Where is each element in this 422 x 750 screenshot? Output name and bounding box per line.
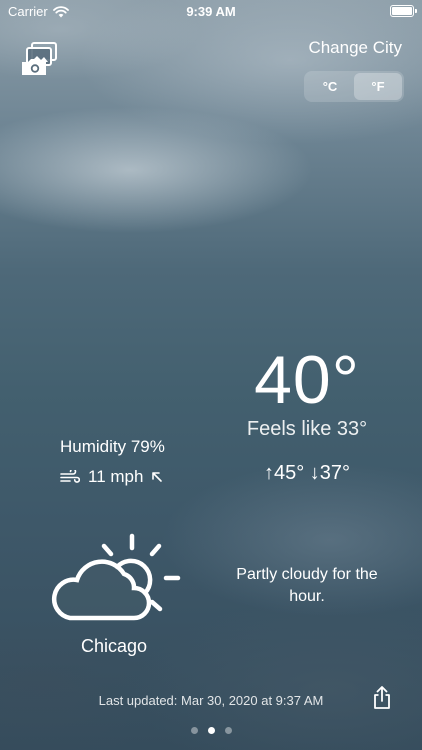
high-low-temperature: ↑45° ↓37° <box>263 462 351 484</box>
photo-library-icon <box>22 42 57 75</box>
battery-icon <box>390 5 417 17</box>
arrow-up-left-icon <box>152 472 163 482</box>
last-updated-label: Last updated: Mar 30, 2020 at 9:37 AM <box>98 693 324 708</box>
wind-speed: 11 mph <box>88 467 144 486</box>
weather-summary: Partly cloudy for the hour. <box>236 566 378 605</box>
wind-row: 11 mph <box>60 467 163 487</box>
share-icon <box>374 686 390 709</box>
city-name: Chicago <box>80 636 148 656</box>
humidity-label: Humidity 79% <box>60 437 165 456</box>
page-indicator[interactable] <box>0 727 422 734</box>
unit-fahrenheit-segment[interactable]: °F <box>354 73 402 100</box>
wind-icon <box>60 470 80 483</box>
page-dot[interactable] <box>224 727 232 734</box>
page-dot[interactable] <box>190 727 198 734</box>
partly-cloudy-icon <box>44 530 184 630</box>
feels-like: Feels like 33° <box>246 418 368 440</box>
share-button[interactable] <box>372 686 392 710</box>
unit-celsius-segment[interactable]: °C <box>306 73 354 100</box>
status-time: 9:39 AM <box>186 4 236 19</box>
photo-library-button[interactable] <box>18 40 58 78</box>
current-temperature: 40° <box>254 342 360 418</box>
change-city-button[interactable]: Change City <box>308 38 402 58</box>
page-dot-current[interactable] <box>207 727 215 734</box>
unit-segmented-control[interactable]: °C °F <box>304 71 404 102</box>
